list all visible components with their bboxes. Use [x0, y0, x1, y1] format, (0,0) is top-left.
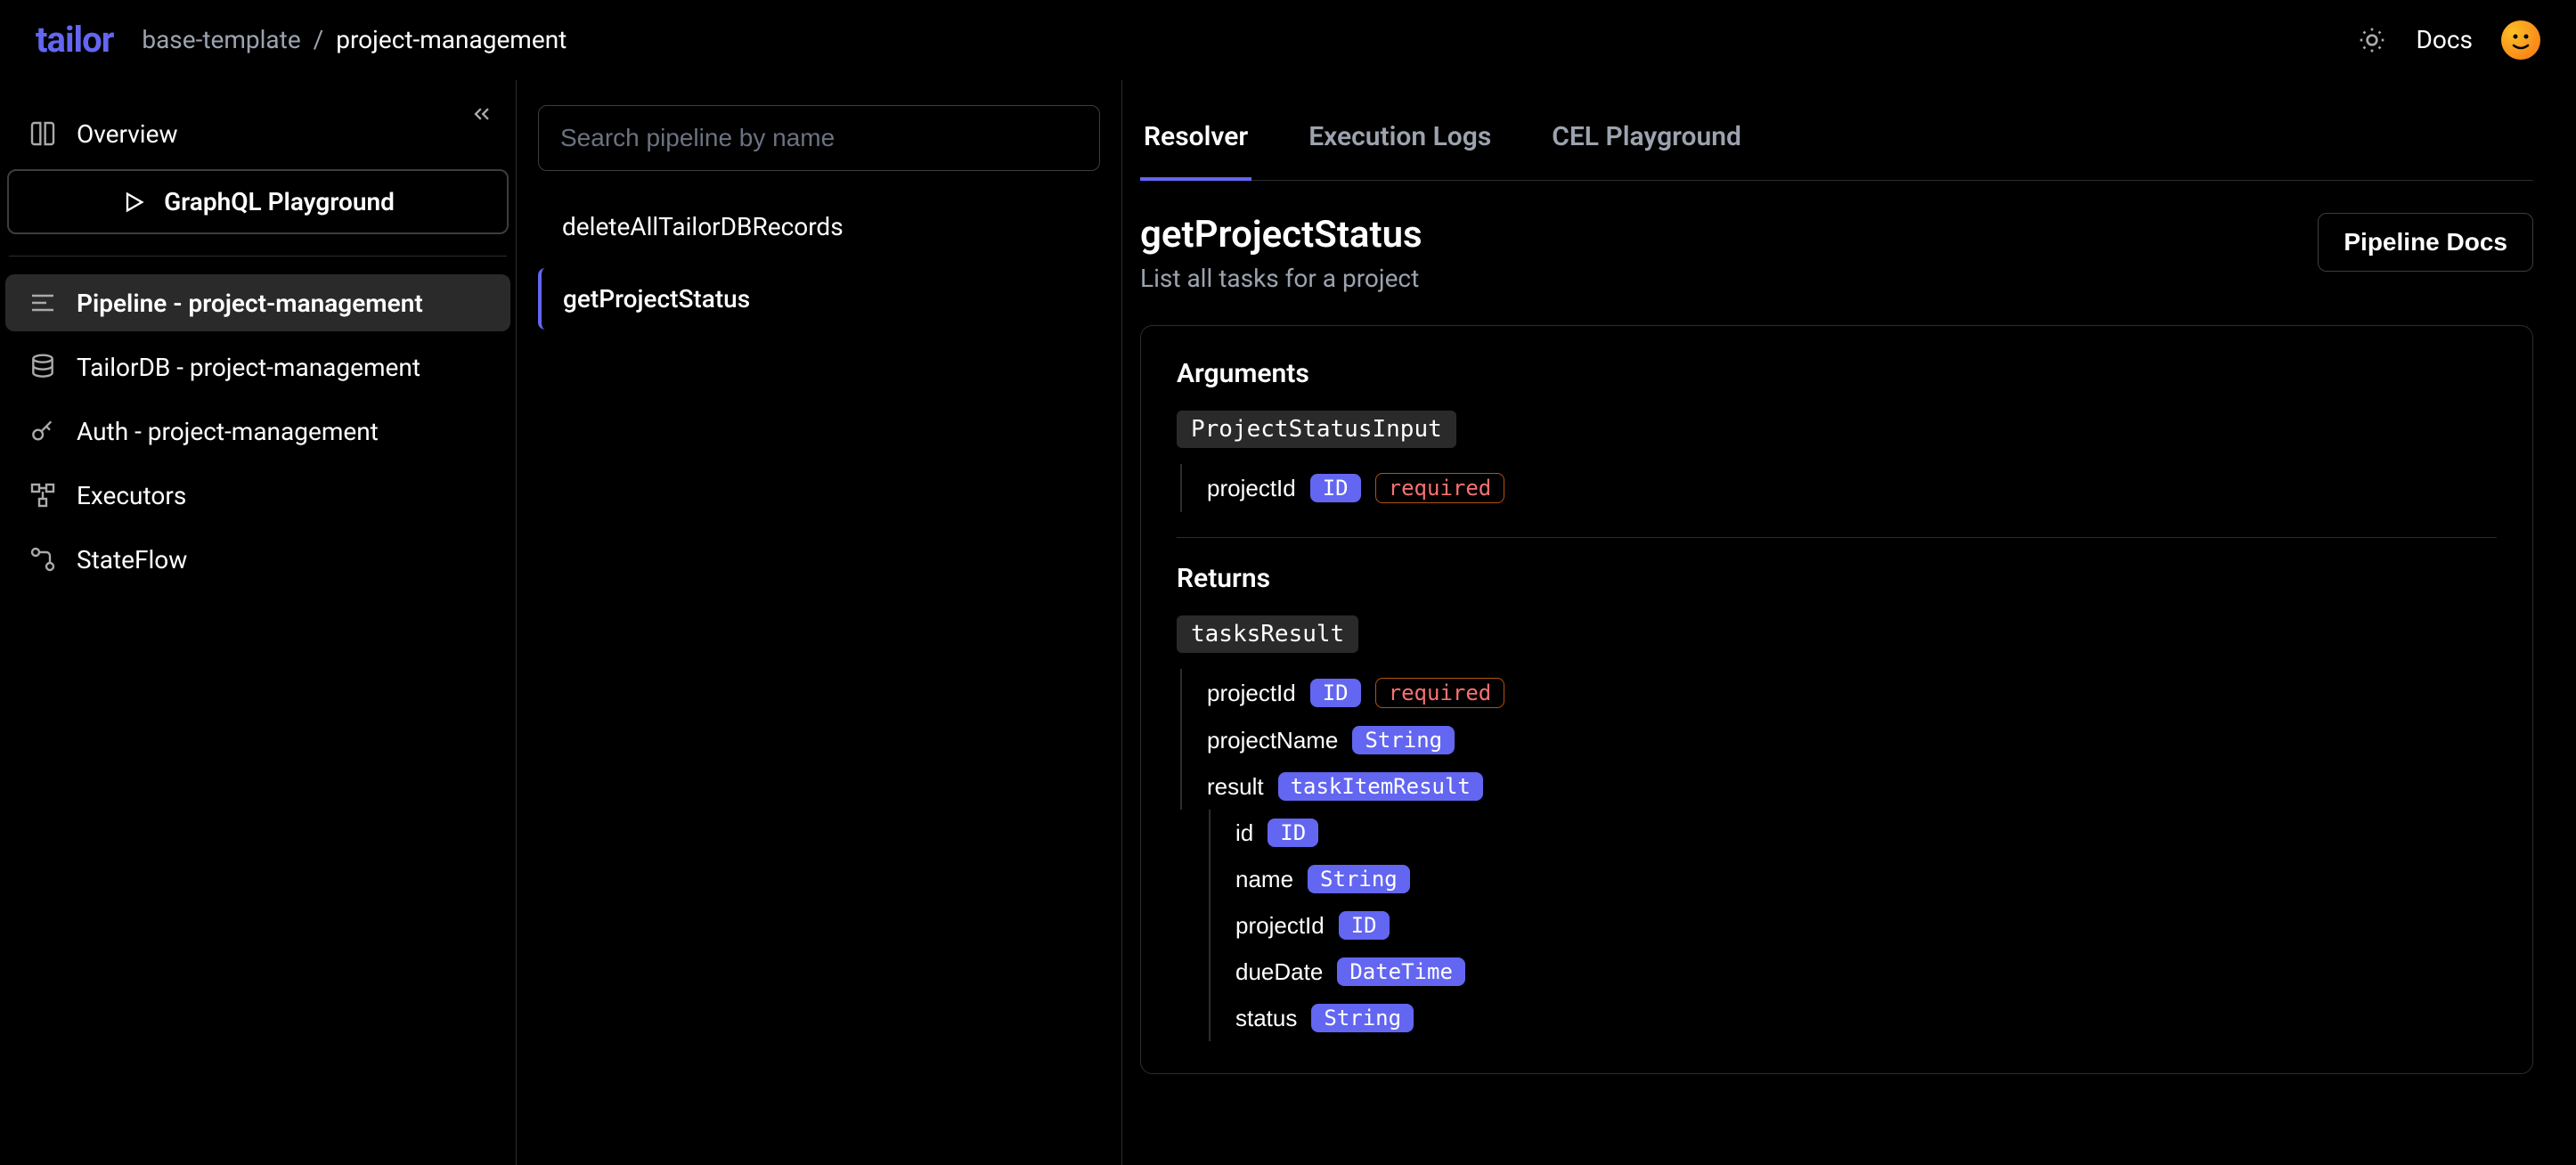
type-badge: ID [1268, 819, 1318, 847]
breadcrumb-separator: / [314, 25, 324, 54]
pipeline-item[interactable]: deleteAllTailorDBRecords [538, 196, 1100, 257]
sidebar-item-tailordb[interactable]: TailorDB - project-management [5, 338, 510, 395]
sidebar-item-stateflow[interactable]: StateFlow [5, 531, 510, 588]
field-row: dueDate DateTime [1209, 949, 2497, 995]
sidebar-item-pipeline[interactable]: Pipeline - project-management [5, 274, 510, 331]
field-row: projectId ID [1209, 902, 2497, 949]
sidebar-btn-label: GraphQL Playground [164, 187, 395, 216]
returns-heading: Returns [1177, 563, 2497, 594]
app-header: tailor base-template / project-managemen… [0, 0, 2576, 80]
theme-toggle-icon[interactable] [2356, 24, 2388, 56]
schema-box: Arguments ProjectStatusInput projectId I… [1140, 325, 2533, 1074]
avatar[interactable] [2501, 20, 2540, 60]
docs-link[interactable]: Docs [2417, 25, 2473, 54]
sidebar-item-auth[interactable]: Auth - project-management [5, 403, 510, 460]
field-row: projectId ID required [1180, 464, 2497, 512]
breadcrumb-item[interactable]: base-template [142, 25, 300, 54]
field-row: projectId ID required [1180, 669, 2497, 717]
book-icon [27, 118, 59, 150]
sidebar: Overview GraphQL Playground Pipeline - p… [0, 80, 517, 1165]
field-row: status String [1209, 995, 2497, 1041]
arguments-heading: Arguments [1177, 358, 2497, 389]
sidebar-item-label: StateFlow [77, 545, 187, 574]
tab-resolver[interactable]: Resolver [1140, 105, 1251, 181]
page-title: getProjectStatus [1140, 213, 1423, 257]
field-name: id [1235, 819, 1253, 847]
sidebar-item-label: Overview [77, 119, 178, 149]
field-name: projectId [1207, 680, 1296, 707]
logo[interactable]: tailor [36, 19, 113, 61]
type-badge: ID [1310, 679, 1361, 707]
sidebar-item-executors[interactable]: Executors [5, 467, 510, 524]
field-row: id ID [1209, 810, 2497, 856]
field-name: projectId [1235, 912, 1325, 940]
sidebar-item-label: Auth - project-management [77, 417, 379, 446]
return-type-chip: tasksResult [1177, 615, 1358, 653]
tab-cel-playground[interactable]: CEL Playground [1548, 105, 1745, 181]
required-badge: required [1375, 678, 1505, 708]
sidebar-item-overview[interactable]: Overview [5, 105, 510, 162]
field-name: status [1235, 1005, 1297, 1032]
type-badge: String [1311, 1004, 1414, 1032]
type-badge: ID [1310, 474, 1361, 502]
search-input[interactable] [538, 105, 1100, 171]
sidebar-item-label: Pipeline - project-management [77, 289, 423, 318]
pipeline-icon [27, 287, 59, 319]
nodes-icon [27, 479, 59, 511]
required-badge: required [1375, 473, 1505, 503]
type-badge: DateTime [1337, 957, 1465, 986]
field-name: result [1207, 773, 1264, 801]
graphql-playground-button[interactable]: GraphQL Playground [7, 169, 509, 234]
pipeline-list-panel: deleteAllTailorDBRecords getProjectStatu… [517, 80, 1122, 1165]
collapse-sidebar-icon[interactable] [469, 102, 494, 126]
field-name: name [1235, 866, 1293, 893]
pipeline-docs-button[interactable]: Pipeline Docs [2318, 213, 2533, 272]
flow-icon [27, 543, 59, 575]
type-badge: String [1352, 726, 1455, 754]
tabs: Resolver Execution Logs CEL Playground [1140, 105, 2533, 181]
field-name: dueDate [1235, 958, 1323, 986]
sidebar-item-label: Executors [77, 481, 186, 510]
sidebar-item-label: TailorDB - project-management [77, 353, 420, 382]
field-row: name String [1209, 856, 2497, 902]
type-badge: taskItemResult [1278, 772, 1483, 801]
content-panel: Resolver Execution Logs CEL Playground g… [1122, 80, 2576, 1165]
breadcrumb: base-template / project-management [142, 25, 567, 54]
input-type-chip: ProjectStatusInput [1177, 411, 1456, 448]
tab-execution-logs[interactable]: Execution Logs [1305, 105, 1495, 181]
field-row: projectName String [1180, 717, 2497, 763]
database-icon [27, 351, 59, 383]
field-row: result taskItemResult [1180, 763, 2497, 810]
page-subtitle: List all tasks for a project [1140, 264, 1423, 293]
divider [1177, 537, 2497, 538]
type-badge: ID [1339, 911, 1390, 940]
field-name: projectName [1207, 727, 1338, 754]
divider [9, 256, 507, 257]
type-badge: String [1308, 865, 1410, 893]
field-name: projectId [1207, 475, 1296, 502]
pipeline-item-active[interactable]: getProjectStatus [538, 268, 1100, 330]
key-icon [27, 415, 59, 447]
breadcrumb-item-active[interactable]: project-management [336, 25, 567, 54]
